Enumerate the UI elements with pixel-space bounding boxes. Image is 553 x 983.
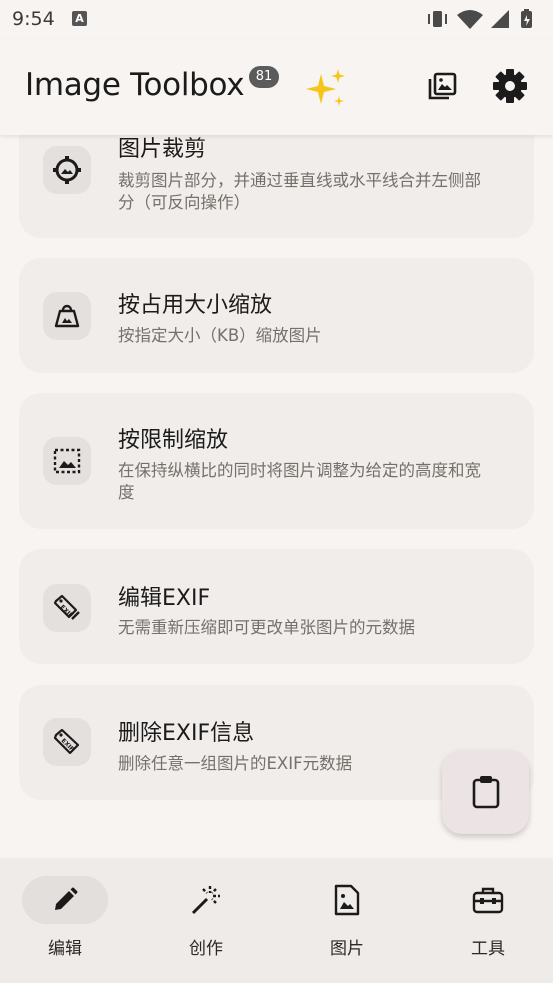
exif-tag-icon: EXIF <box>43 718 91 766</box>
version-badge: 81 <box>249 66 279 88</box>
tool-description: 无需重新压缩即可更改单张图片的元数据 <box>118 618 415 637</box>
nav-label: 图片 <box>330 939 364 959</box>
photo-library-icon <box>428 72 457 100</box>
tool-title: 删除EXIF信息 <box>118 721 255 746</box>
gallery-button[interactable] <box>420 64 464 108</box>
tool-description: 按指定大小（KB）缩放图片 <box>118 326 322 345</box>
tool-card-resize-by-limits[interactable]: 按限制缩放 在保持纵横比的同时将图片调整为给定的高度和宽度 <box>19 393 534 529</box>
resize-limit-icon <box>43 437 91 485</box>
tool-title: 图片裁剪 <box>118 137 207 162</box>
settings-button[interactable] <box>488 64 532 108</box>
nav-item-image[interactable]: 图片 <box>299 876 399 966</box>
nav-item-tools[interactable]: 工具 <box>440 876 540 966</box>
tool-title: 按占用大小缩放 <box>118 293 273 318</box>
tool-card-resize-by-size[interactable]: 按占用大小缩放 按指定大小（KB）缩放图片 <box>19 258 534 373</box>
tool-description: 在保持纵横比的同时将图片调整为给定的高度和宽度 <box>118 461 481 502</box>
nav-label: 创作 <box>189 939 223 959</box>
nav-item-edit[interactable]: 编辑 <box>17 876 117 966</box>
nav-label: 编辑 <box>48 939 82 959</box>
app-title: Image Toolbox <box>25 67 245 103</box>
paste-clipboard-button[interactable] <box>442 750 529 834</box>
nav-pill <box>445 876 531 924</box>
gear-icon <box>493 69 527 103</box>
tool-title: 编辑EXIF <box>118 586 211 611</box>
crop-gear-icon <box>43 146 91 194</box>
tools-list[interactable]: 图片裁剪 裁剪图片部分，并通过垂直线或水平线合并左侧部分（可反向操作） 按占用大… <box>0 0 553 983</box>
magic-wand-icon <box>191 886 220 915</box>
pencil-icon <box>55 887 78 910</box>
bottom-navigation: 编辑 创作 图片 工具 <box>0 858 553 983</box>
image-file-icon <box>334 884 360 916</box>
top-app-bar: Image Toolbox 81 <box>0 40 553 135</box>
sparkles-icon[interactable] <box>303 66 349 112</box>
nav-pill <box>22 876 108 924</box>
nav-label: 工具 <box>471 939 505 959</box>
tool-description: 删除任意一组图片的EXIF元数据 <box>118 754 353 773</box>
weight-icon <box>43 292 91 340</box>
exif-edit-icon: EXIF <box>43 584 91 632</box>
toolbox-icon <box>472 887 504 914</box>
nav-item-create[interactable]: 创作 <box>158 876 258 966</box>
tool-description: 裁剪图片部分，并通过垂直线或水平线合并左侧部分（可反向操作） <box>118 171 481 212</box>
nav-pill <box>304 876 390 924</box>
tool-title: 按限制缩放 <box>118 428 229 453</box>
tool-card-edit-exif[interactable]: EXIF 编辑EXIF 无需重新压缩即可更改单张图片的元数据 <box>19 549 534 664</box>
clipboard-icon <box>472 776 499 809</box>
nav-pill <box>163 876 249 924</box>
